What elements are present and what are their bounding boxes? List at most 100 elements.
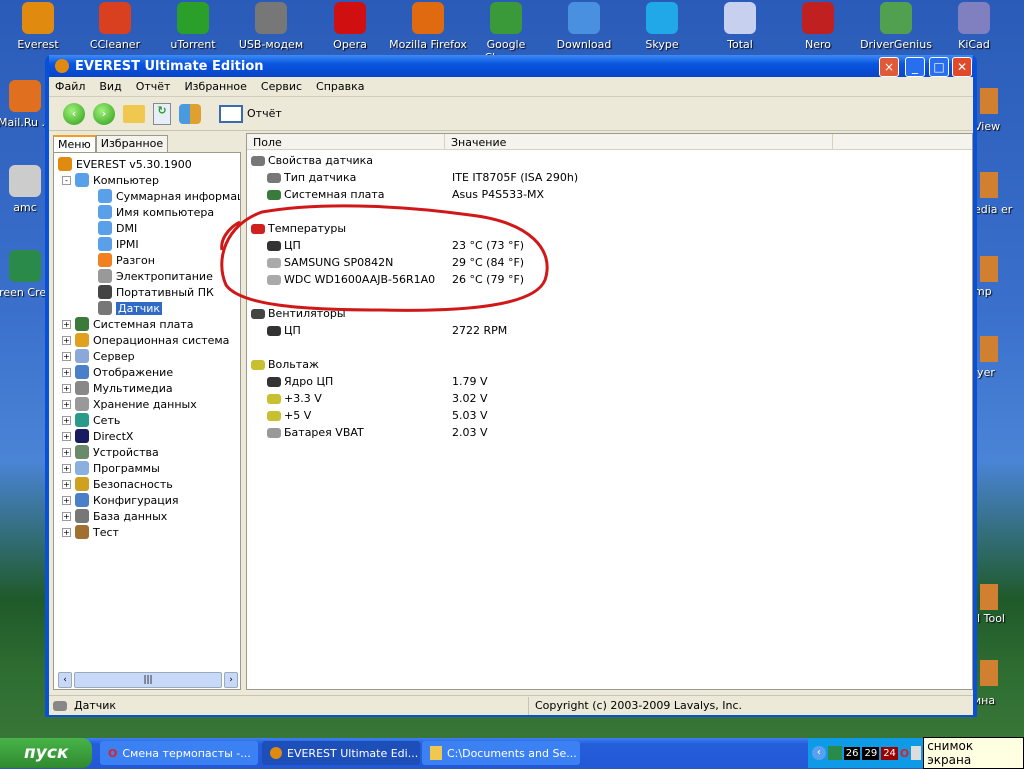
close-button[interactable]: ✕: [952, 57, 972, 77]
desktop-icon[interactable]: Skype: [623, 2, 701, 51]
column-field[interactable]: Поле: [247, 134, 445, 149]
desktop-icon[interactable]: Mozilla Firefox: [389, 2, 467, 51]
tree-item[interactable]: + Программы: [62, 460, 160, 476]
tray-temp-2[interactable]: 29: [862, 746, 880, 760]
data-row[interactable]: Батарея VBAT: [267, 424, 364, 441]
group-header[interactable]: Вентиляторы: [251, 305, 346, 322]
report-button[interactable]: Отчёт: [219, 104, 282, 123]
minimize-button[interactable]: _: [905, 57, 925, 77]
horizontal-scrollbar[interactable]: ‹ ||| ›: [58, 672, 238, 688]
menu-item[interactable]: Справка: [316, 80, 364, 93]
expand-icon[interactable]: +: [62, 399, 71, 409]
tree-item[interactable]: Суммарная информация: [98, 188, 240, 204]
tree-item[interactable]: - Компьютер: [62, 172, 159, 188]
tree-item[interactable]: IPMI: [98, 236, 139, 252]
desktop-icon[interactable]: CCleaner: [76, 2, 154, 51]
desktop-shortcut-icon[interactable]: [980, 584, 998, 610]
collapse-icon[interactable]: -: [62, 175, 71, 185]
expand-icon[interactable]: +: [62, 479, 71, 489]
menu-item[interactable]: Файл: [55, 80, 85, 93]
tree-item[interactable]: + Хранение данных: [62, 396, 197, 412]
tree-item[interactable]: + Отображение: [62, 364, 173, 380]
desktop-shortcut-icon[interactable]: [980, 172, 998, 198]
tree-item[interactable]: Разгон: [98, 252, 155, 268]
expand-icon[interactable]: +: [62, 527, 71, 537]
desktop-shortcut-icon[interactable]: [980, 256, 998, 282]
tree-item[interactable]: + Сервер: [62, 348, 135, 364]
expand-icon[interactable]: +: [62, 367, 71, 377]
desktop-icon[interactable]: DriverGenius: [857, 2, 935, 51]
back-icon[interactable]: ‹: [63, 102, 85, 125]
expand-icon[interactable]: +: [62, 431, 71, 441]
tray-temp-3[interactable]: 24: [881, 746, 898, 760]
tab-favorites[interactable]: Избранное: [95, 135, 169, 152]
desktop-shortcut-icon[interactable]: [980, 336, 998, 362]
expand-icon[interactable]: +: [62, 495, 71, 505]
desktop-icon[interactable]: Everest: [0, 2, 77, 51]
desktop-icon[interactable]: Download: [545, 2, 623, 51]
network-icon[interactable]: [827, 746, 842, 760]
help-button[interactable]: ×: [879, 57, 899, 77]
desktop-icon[interactable]: uTorrent: [154, 2, 232, 51]
tree-item[interactable]: + DirectX: [62, 428, 133, 444]
expand-icon[interactable]: +: [62, 383, 71, 393]
expand-icon[interactable]: +: [62, 335, 71, 345]
desktop-icon[interactable]: Nero: [779, 2, 857, 51]
tray-temp-1[interactable]: 26: [843, 746, 861, 760]
data-row[interactable]: SAMSUNG SP0842N: [267, 254, 393, 271]
expand-icon[interactable]: +: [62, 415, 71, 425]
scroll-left-button[interactable]: ‹: [58, 672, 72, 688]
maximize-button[interactable]: □: [929, 57, 949, 77]
desktop-shortcut-icon[interactable]: [980, 660, 998, 686]
tree-item[interactable]: + Устройства: [62, 444, 159, 460]
data-row[interactable]: ЦП: [267, 237, 301, 254]
taskbar-item-explorer[interactable]: C:\Documents and Se...: [422, 741, 580, 765]
tree-item[interactable]: Портативный ПК: [98, 284, 214, 300]
data-row[interactable]: WDC WD1600AAJB-56R1A0: [267, 271, 435, 288]
data-row[interactable]: +3.3 V: [267, 390, 322, 407]
data-row[interactable]: +5 V: [267, 407, 311, 424]
menu-item[interactable]: Избранное: [184, 80, 246, 93]
tree-item[interactable]: + Операционная система: [62, 332, 229, 348]
title-bar[interactable]: EVEREST Ultimate Edition: [49, 55, 973, 77]
data-row[interactable]: Системная плата: [267, 186, 385, 203]
tree-item[interactable]: Электропитание: [98, 268, 213, 284]
desktop-shortcut-icon[interactable]: [980, 88, 998, 114]
tree-item[interactable]: + Тест: [62, 524, 119, 540]
start-button[interactable]: пуск: [0, 738, 92, 768]
data-row[interactable]: Ядро ЦП: [267, 373, 333, 390]
tree-item[interactable]: DMI: [98, 220, 137, 236]
usb-icon[interactable]: [911, 746, 922, 760]
group-header[interactable]: Свойства датчика: [251, 152, 373, 169]
expand-icon[interactable]: +: [62, 511, 71, 521]
desktop-icon[interactable]: KiCad: [935, 2, 1013, 51]
tree-item[interactable]: Датчик: [98, 300, 163, 316]
tree-item[interactable]: EVEREST v5.30.1900: [58, 156, 192, 172]
forward-icon[interactable]: ›: [93, 102, 115, 125]
scroll-thumb[interactable]: |||: [74, 672, 222, 688]
expand-icon[interactable]: +: [62, 447, 71, 457]
data-row[interactable]: Тип датчика: [267, 169, 356, 186]
taskbar-item-opera[interactable]: O Смена термопасты -...: [100, 741, 258, 765]
tree-item[interactable]: + Мультимедиа: [62, 380, 173, 396]
tree-item[interactable]: + Безопасность: [62, 476, 173, 492]
expand-icon[interactable]: +: [62, 319, 71, 329]
desktop-icon[interactable]: Total: [701, 2, 779, 51]
refresh-icon[interactable]: ↻: [153, 102, 171, 125]
tab-menu[interactable]: Меню: [53, 135, 96, 152]
tree-item[interactable]: Имя компьютера: [98, 204, 214, 220]
expand-icon[interactable]: +: [62, 463, 71, 473]
menu-item[interactable]: Сервис: [261, 80, 302, 93]
scroll-right-button[interactable]: ›: [224, 672, 238, 688]
tray-expand-icon[interactable]: ‹: [812, 746, 826, 760]
taskbar-item-everest[interactable]: EVEREST Ultimate Edi...: [262, 741, 420, 765]
tree-item[interactable]: + Системная плата: [62, 316, 194, 332]
up-folder-icon[interactable]: [123, 104, 145, 123]
opera-tray-icon[interactable]: O: [900, 747, 909, 760]
group-header[interactable]: Вольтаж: [251, 356, 319, 373]
tree-item[interactable]: + База данных: [62, 508, 167, 524]
tree-item[interactable]: + Сеть: [62, 412, 120, 428]
menu-item[interactable]: Отчёт: [136, 80, 171, 93]
users-icon[interactable]: [179, 103, 201, 124]
column-value[interactable]: Значение: [445, 134, 833, 149]
